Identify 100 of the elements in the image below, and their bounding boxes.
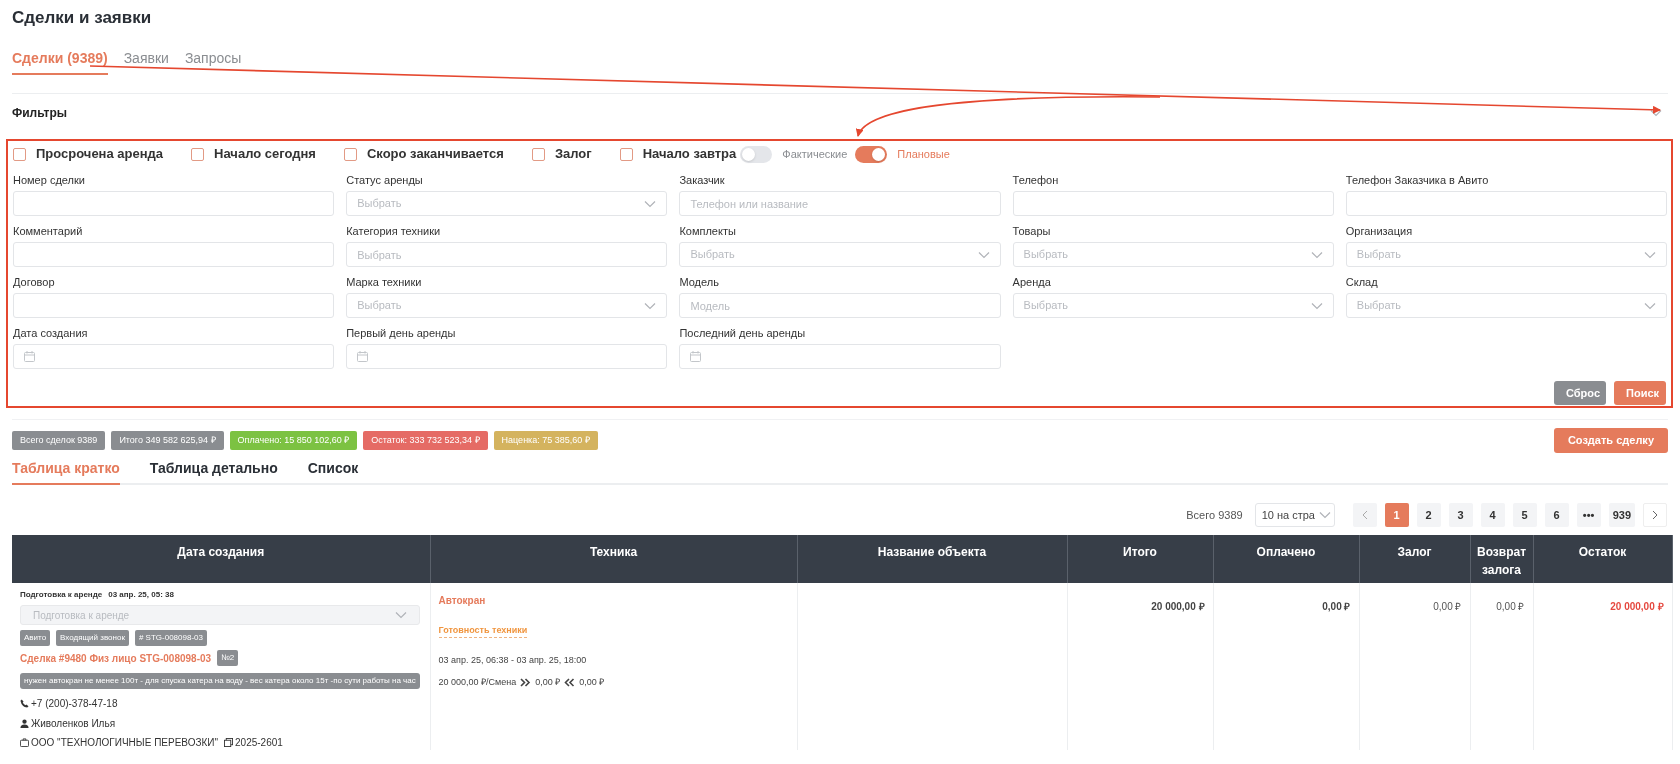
stat-badge: Оплачено: 15 850 102,60 ₽ xyxy=(229,430,358,451)
field-label: Организация xyxy=(1345,225,1414,238)
column-header: Залог xyxy=(1359,535,1470,583)
calendar-icon xyxy=(24,351,35,362)
created-date: 03 апр. 25, 05: 38 xyxy=(108,589,174,601)
toggle-switch[interactable] xyxy=(855,145,888,163)
phone-icon xyxy=(20,699,29,708)
column-header: Оплачено xyxy=(1213,535,1359,583)
reset-button[interactable]: Сброс xyxy=(1554,381,1606,405)
date-field[interactable] xyxy=(346,344,668,369)
select-field[interactable]: Выбрать xyxy=(346,191,668,216)
checkbox-label: Залог xyxy=(554,145,592,164)
chevron-icon xyxy=(1318,511,1331,519)
view-tab[interactable]: Таблица детально xyxy=(149,457,278,483)
deal-number: №2 xyxy=(217,650,239,666)
page-button[interactable]: 4 xyxy=(1480,503,1505,527)
column-header: Итого xyxy=(1067,535,1213,583)
checkbox-label: Начало завтра xyxy=(642,145,737,164)
amount: 0,00 ₽ xyxy=(1496,601,1525,612)
previous-page-button[interactable] xyxy=(1352,503,1377,527)
tab[interactable]: Сделки (9389) xyxy=(12,48,108,75)
page-button[interactable]: 3 xyxy=(1448,503,1473,527)
chevron-icon xyxy=(395,611,407,619)
page-size-select[interactable]: 10 на стра xyxy=(1254,503,1335,527)
chevron-icon xyxy=(1310,301,1323,310)
stat-badge: Всего сделок 9389 xyxy=(12,430,106,451)
toggle-label: Фактические xyxy=(782,146,848,162)
field-label: Статус аренды xyxy=(346,174,424,187)
deal-link[interactable]: Сделка #9480 Физ лицо STG-008098-03 xyxy=(20,650,212,666)
search-button[interactable]: Поиск xyxy=(1614,381,1666,405)
date-field[interactable] xyxy=(679,344,1001,369)
tab[interactable]: Запросы xyxy=(184,48,242,73)
view-tab[interactable]: Таблица кратко xyxy=(12,457,120,485)
chevron-icon xyxy=(1644,250,1656,259)
select-field[interactable]: Выбрать xyxy=(1012,293,1334,318)
date-field[interactable] xyxy=(13,344,335,369)
tab[interactable]: Заявки xyxy=(123,48,169,73)
toggle-label: Плановые xyxy=(897,146,950,162)
column-header: Техника xyxy=(430,535,797,583)
input-field[interactable] xyxy=(13,242,335,267)
page-button[interactable]: 2 xyxy=(1416,503,1441,527)
column-header: Остаток xyxy=(1533,535,1672,583)
select-field[interactable]: Выбрать xyxy=(346,293,668,318)
field-label: Товары xyxy=(1012,225,1052,238)
chevron-right-icon xyxy=(1652,510,1658,520)
stat-badge: Итого 349 582 625,94 ₽ xyxy=(111,430,224,451)
select-field[interactable]: Выбрать xyxy=(679,242,1001,267)
checkbox[interactable] xyxy=(191,147,205,161)
amount: 0,00 ₽ xyxy=(1322,601,1351,612)
input-field[interactable] xyxy=(1012,191,1334,216)
page-button[interactable]: 1 xyxy=(1384,503,1409,527)
select-field[interactable]: Выбрать xyxy=(1012,242,1334,267)
forward-amount: 0,00 ₽ xyxy=(535,675,561,689)
status-label: Подготовка к аренде xyxy=(20,589,103,601)
contact-name: Живоленков Илья xyxy=(31,717,116,731)
briefcase-icon xyxy=(20,738,29,747)
chevron-icon xyxy=(1310,250,1323,259)
checkbox-label: Скоро заканчивается xyxy=(366,145,504,164)
checkbox[interactable] xyxy=(619,147,633,161)
select-field[interactable]: Выбрать xyxy=(1345,242,1667,267)
checkbox[interactable] xyxy=(531,147,545,161)
tag: Авито xyxy=(20,630,51,646)
checkbox[interactable] xyxy=(343,147,357,161)
remainder-amount: 20 000,00 ₽ xyxy=(1610,601,1664,612)
calendar-icon xyxy=(690,351,702,362)
comment-tag: нужен автокран не менее 100т - для спуска катера на воду - вес катера около 15т -по сути работы на час xyxy=(20,673,420,689)
toggle-switch[interactable] xyxy=(740,145,773,163)
field-label: Первый день аренды xyxy=(346,327,457,340)
page-title: Сделки и заявки xyxy=(12,7,153,29)
readiness-link[interactable]: Готовность техники xyxy=(438,625,528,638)
field-label: Договор xyxy=(13,276,56,289)
input-field[interactable]: Телефон или название xyxy=(679,191,1001,216)
select-field[interactable]: Выбрать xyxy=(1345,293,1667,318)
field-label: Комплекты xyxy=(679,225,737,238)
input-field[interactable]: Модель xyxy=(679,293,1001,318)
field-label: Категория техники xyxy=(346,225,442,238)
page-button[interactable]: 6 xyxy=(1544,503,1569,527)
stat-badge: Остаток: 333 732 523,34 ₽ xyxy=(363,430,488,451)
input-field[interactable] xyxy=(13,191,335,216)
page-button[interactable]: 939 xyxy=(1608,503,1635,527)
field-label: Склад xyxy=(1345,276,1379,289)
create-deal-button[interactable]: Создать сделку xyxy=(1553,428,1668,453)
tag: Входящий звонок xyxy=(56,630,129,646)
organization-name: ООО "ТЕХНОЛОГИЧНЫЕ ПЕРЕВОЗКИ" xyxy=(31,736,219,750)
chevron-left-icon xyxy=(1361,510,1368,520)
input-field[interactable] xyxy=(13,293,335,318)
checkbox[interactable] xyxy=(13,147,26,161)
page-button[interactable]: 5 xyxy=(1512,503,1537,527)
column-header: Название объекта xyxy=(797,535,1067,583)
field-label: Модель xyxy=(679,276,720,289)
input-field[interactable]: Выбрать xyxy=(346,242,668,267)
input-field[interactable] xyxy=(1345,191,1667,216)
column-header: Дата создания xyxy=(12,535,430,583)
field-label: Телефон Заказчика в Авито xyxy=(1345,174,1490,187)
return-amount: 0,00 ₽ xyxy=(579,675,605,689)
phone-number: +7 (200)-378-47-18 xyxy=(31,697,118,711)
next-page-button[interactable] xyxy=(1643,503,1667,527)
view-tab[interactable]: Список xyxy=(307,457,359,483)
organization-code: 2025-2601 xyxy=(235,736,283,750)
page-button[interactable]: ••• xyxy=(1576,503,1601,527)
